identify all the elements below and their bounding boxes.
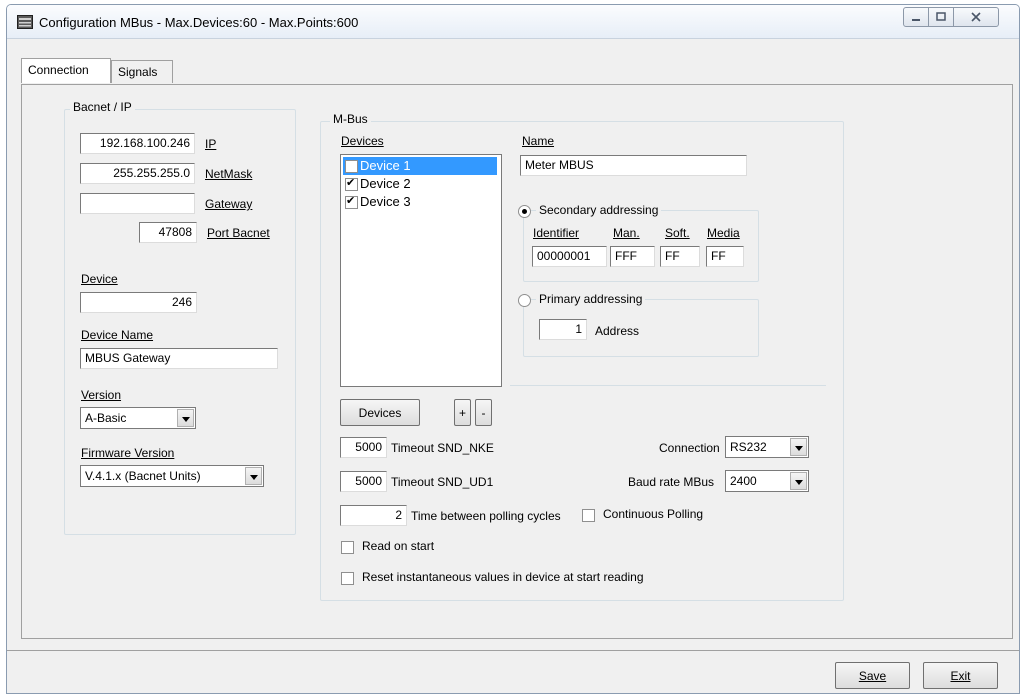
baud-rate-value: 2400 [730,474,757,488]
media-input[interactable]: FF [706,246,744,267]
baud-rate-select[interactable]: 2400 [725,470,809,492]
timeout-nke-input[interactable]: 5000 [340,437,387,458]
maximize-button[interactable] [928,7,954,27]
gateway-label: Gateway [205,197,253,211]
netmask-label: NetMask [205,167,253,181]
device-name-label: Device Name [81,328,154,342]
minimize-icon [912,19,920,21]
list-item-device-2[interactable]: Device 2 [343,175,497,193]
meter-name-input[interactable]: Meter MBUS [520,155,747,176]
timeout-ud1-input[interactable]: 5000 [340,471,387,492]
reset-values-checkbox[interactable] [341,572,354,585]
connection-label: Connection [659,441,720,455]
polling-interval-input[interactable]: 2 [340,505,407,526]
exit-label: Exit [950,669,971,683]
connection-panel: Bacnet / IP 192.168.100.246 IP 255.255.2… [21,84,1013,639]
firmware-value: V.4.1.x (Bacnet Units) [85,469,201,483]
devices-button[interactable]: Devices [340,399,420,426]
continuous-polling-label: Continuous Polling [603,507,704,521]
connection-select[interactable]: RS232 [725,436,809,458]
maximize-icon [936,12,946,21]
list-item-device-3[interactable]: Device 3 [343,193,497,211]
polling-interval-label: Time between polling cycles [411,509,561,523]
add-device-button[interactable]: + [454,399,471,426]
timeout-ud1-label: Timeout SND_UD1 [391,475,494,489]
device-label: Device [81,272,118,286]
window-title: Configuration MBus - Max.Devices:60 - Ma… [39,15,359,30]
secondary-addressing-label: Secondary addressing [536,203,662,217]
continuous-polling-checkbox[interactable] [582,509,595,522]
reset-values-label: Reset instantaneous values in device at … [362,570,644,584]
close-button[interactable] [953,7,999,27]
minimize-button[interactable] [903,7,929,27]
address-label: Address [595,324,640,338]
device-name-input[interactable]: MBUS Gateway [80,348,278,369]
chevron-down-icon[interactable] [177,409,194,427]
address-input[interactable]: 1 [539,319,587,340]
identifier-label: Identifier [533,226,580,240]
soft-label: Soft. [665,226,690,240]
man-input[interactable]: FFF [610,246,655,267]
device-1-label: Device 1 [360,158,411,173]
timeout-nke-label: Timeout SND_NKE [391,441,494,455]
version-label: Version [81,388,122,402]
remove-device-button[interactable]: - [475,399,492,426]
port-bacnet-input[interactable]: 47808 [139,222,197,243]
read-on-start-label: Read on start [362,539,435,553]
identifier-input[interactable]: 00000001 [532,246,607,267]
config-window: Configuration MBus - Max.Devices:60 - Ma… [6,4,1020,694]
ip-input[interactable]: 192.168.100.246 [80,133,195,154]
list-item-device-1[interactable]: Device 1 [343,157,497,175]
device-2-label: Device 2 [360,176,411,191]
tab-connection[interactable]: Connection [21,58,111,83]
mbus-group-title: M-Bus [330,112,371,126]
device-3-checkbox[interactable] [345,195,358,209]
name-label: Name [522,134,555,148]
devices-list[interactable]: Device 1 Device 2 Device 3 [340,154,502,387]
primary-addressing-label: Primary addressing [536,292,646,306]
exit-button[interactable]: Exit [923,662,998,689]
save-label: Save [858,669,887,683]
devices-label: Devices [341,134,384,148]
secondary-addressing-radio[interactable] [518,205,531,218]
firmware-label: Firmware Version [81,446,175,460]
close-icon [971,12,981,22]
save-button[interactable]: Save [835,662,910,689]
tab-signals[interactable]: Signals [111,60,173,83]
chevron-down-icon[interactable] [245,467,262,485]
device-1-checkbox[interactable] [345,159,358,173]
baud-rate-label: Baud rate MBus [628,475,715,489]
tab-connection-label: Connection [28,63,89,77]
device-3-label: Device 3 [360,194,411,209]
version-value: A-Basic [85,411,127,425]
connection-value: RS232 [730,440,767,454]
chevron-down-icon[interactable] [790,438,807,456]
read-on-start-checkbox[interactable] [341,541,354,554]
firmware-select[interactable]: V.4.1.x (Bacnet Units) [80,465,264,487]
footer-divider [7,650,1019,651]
netmask-input[interactable]: 255.255.255.0 [80,163,195,184]
chevron-down-icon[interactable] [790,472,807,490]
title-bar: Configuration MBus - Max.Devices:60 - Ma… [7,5,1019,39]
separator [510,385,826,386]
media-label: Media [707,226,740,240]
bacnet-group-title: Bacnet / IP [70,100,135,114]
soft-input[interactable]: FF [660,246,700,267]
device-input[interactable]: 246 [80,292,197,313]
man-label: Man. [613,226,640,240]
device-2-checkbox[interactable] [345,177,358,191]
gateway-input[interactable] [80,193,195,214]
primary-addressing-radio[interactable] [518,294,531,307]
version-select[interactable]: A-Basic [80,407,196,429]
port-bacnet-label: Port Bacnet [207,226,270,240]
ip-label: IP [205,137,217,151]
tab-signals-label: Signals [118,65,158,79]
app-window-icon [17,15,33,29]
